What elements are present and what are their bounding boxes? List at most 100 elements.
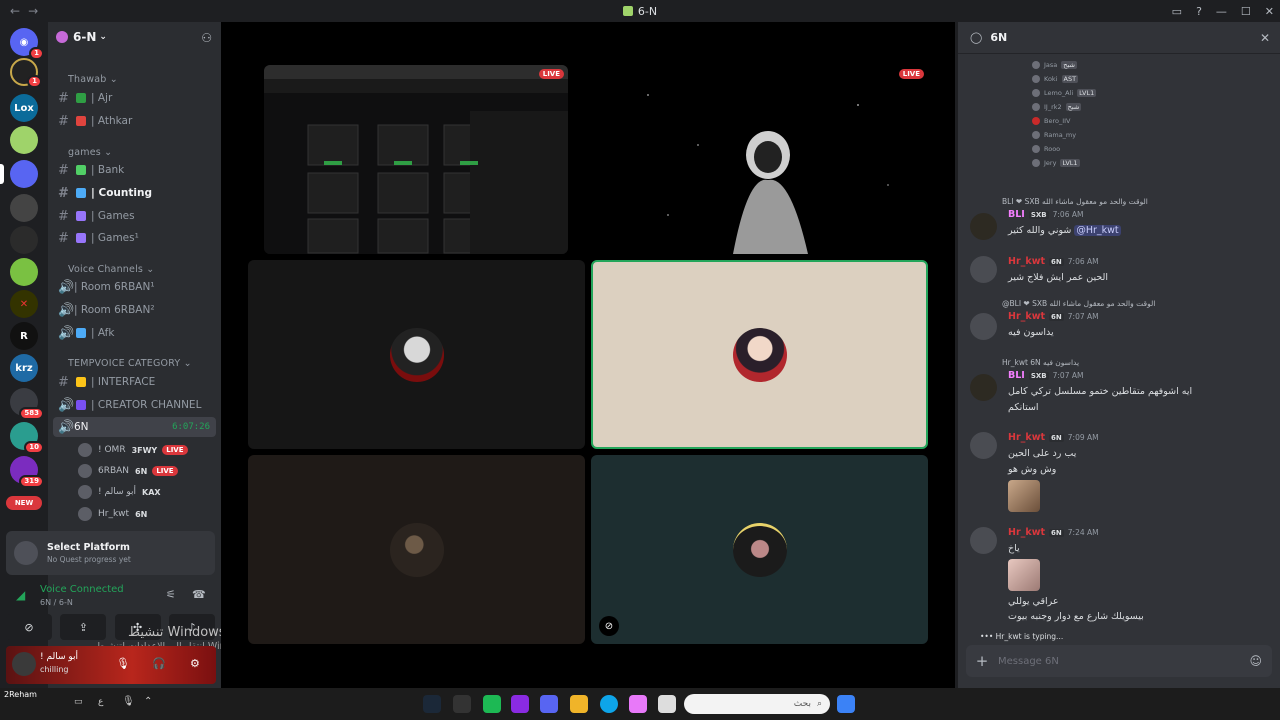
- channel-games[interactable]: # | Games: [53, 206, 216, 226]
- reply-preview[interactable]: BLI ❤ SXB الوقت والحد مو معقول ماشاء الل…: [970, 197, 1270, 206]
- voice-user[interactable]: Hr_kwt 6N: [78, 504, 216, 524]
- invite-people-icon[interactable]: ⚇: [201, 31, 212, 45]
- server-icon-lime[interactable]: [10, 258, 38, 286]
- channel-interface[interactable]: # | INTERFACE: [53, 372, 216, 392]
- user-tile-1[interactable]: [248, 260, 585, 449]
- author-name[interactable]: Hr_kwt: [1008, 311, 1045, 322]
- reply-preview[interactable]: @BLI ❤ SXB الوقت والحد مو معقول ماشاء ال…: [970, 299, 1270, 308]
- voice-user[interactable]: 6RBAN 6N LIVE: [78, 461, 216, 481]
- stream-tile-screen[interactable]: LIVE: [264, 65, 568, 254]
- voice-channel-room1[interactable]: 🔊 | Room 6RBAN¹: [53, 277, 216, 297]
- category-voice[interactable]: Voice Channels ⌄: [68, 264, 154, 275]
- server-folder-icon[interactable]: 583: [10, 388, 44, 420]
- close-window-button[interactable]: ✕: [1265, 5, 1274, 18]
- author-name[interactable]: BLI: [1008, 209, 1025, 220]
- chat-message[interactable]: Hr_kwt 6N 7:24 AM ياخ عراقي يوللي بيسويلك …: [970, 527, 1270, 624]
- chat-message[interactable]: BLI ❤ SXB الوقت والحد مو معقول ماشاء الل…: [970, 197, 1270, 240]
- server-icon-active[interactable]: [10, 160, 38, 188]
- file-explorer-icon[interactable]: [570, 695, 588, 713]
- chat-message[interactable]: Hr_kwt 6N 7:09 AM يب رد على الحين وش وش هو: [970, 432, 1270, 515]
- user-mention[interactable]: @Hr_kwt: [1074, 225, 1121, 236]
- voice-channel-path[interactable]: 6N / 6-N: [40, 598, 73, 607]
- windows-start-icon[interactable]: [837, 695, 855, 713]
- author-name[interactable]: Hr_kwt: [1008, 256, 1045, 267]
- voice-channel-room2[interactable]: 🔊 | Room 6RBAN²: [53, 300, 216, 320]
- app-green-icon[interactable]: [483, 695, 501, 713]
- reply-preview[interactable]: Hr_kwt 6N يداسون فيه: [970, 358, 1270, 367]
- server-icon-r[interactable]: R: [10, 322, 38, 350]
- discord-taskbar-icon[interactable]: [540, 695, 558, 713]
- headphones-icon[interactable]: 🎧: [152, 657, 166, 670]
- app-purple-icon[interactable]: [511, 695, 529, 713]
- microphone-icon[interactable]: 🎙: [116, 657, 130, 670]
- channel-ajr[interactable]: # | Ajr: [53, 88, 216, 108]
- taskbar-user[interactable]: 2Reham: [4, 690, 37, 699]
- category-thawab[interactable]: Thawab ⌄: [68, 74, 118, 85]
- user-name[interactable]: ! أبو سالم: [40, 652, 78, 662]
- inbox-icon[interactable]: ▭: [1172, 5, 1182, 18]
- language-indicator[interactable]: ع: [98, 697, 103, 707]
- server-header[interactable]: 6-N ⌄ ⚇: [48, 22, 221, 52]
- quest-card[interactable]: Select Platform No Quest progress yet: [6, 531, 215, 575]
- channel-games-2[interactable]: # | Games¹: [53, 228, 216, 248]
- voice-user[interactable]: ! أبو سالم KAX: [78, 482, 216, 502]
- copilot-icon[interactable]: [629, 695, 647, 713]
- window-icon[interactable]: [658, 695, 676, 713]
- help-icon[interactable]: ?: [1196, 5, 1202, 18]
- microphone-tray-icon[interactable]: 🎙: [122, 696, 135, 707]
- user-tile-4[interactable]: ⊘: [591, 455, 928, 644]
- disconnect-icon[interactable]: ☎: [192, 588, 206, 601]
- signal-icon[interactable]: ◢: [16, 588, 30, 602]
- discord-home-icon[interactable]: ◉ 1: [10, 28, 44, 60]
- category-games[interactable]: games ⌄: [68, 147, 112, 158]
- channel-bank[interactable]: # | Bank: [53, 160, 216, 180]
- gear-icon[interactable]: ⚙: [190, 657, 200, 670]
- maximize-button[interactable]: ☐: [1241, 5, 1251, 18]
- new-badge[interactable]: NEW: [6, 496, 42, 510]
- server-icon-1[interactable]: 1: [10, 58, 42, 88]
- channel-counting[interactable]: # | Counting: [53, 183, 216, 203]
- stream-tile-art[interactable]: LIVE: [608, 65, 928, 254]
- voice-channel-creator[interactable]: 🔊 | CREATOR CHANNEL: [53, 395, 216, 415]
- avatar[interactable]: [12, 652, 36, 676]
- chat-message[interactable]: Hr_kwt 6N 7:06 AM الحين عمر ايش فلاج شير: [970, 256, 1270, 285]
- noise-suppression-icon[interactable]: ⚟: [166, 588, 176, 601]
- avatar[interactable]: [970, 213, 997, 240]
- voice-channel-afk[interactable]: 🔊 | Afk: [53, 323, 216, 343]
- emoji-icon[interactable]: ☺: [1249, 654, 1262, 668]
- plus-icon[interactable]: +: [966, 652, 998, 670]
- taskbar-search[interactable]: بحث ⌕: [684, 694, 830, 714]
- message-input[interactable]: Message 6N: [998, 656, 1249, 667]
- author-name[interactable]: BLI: [1008, 370, 1025, 381]
- screen-share-button[interactable]: ⇪: [60, 614, 107, 640]
- user-tile-3[interactable]: [248, 455, 585, 644]
- server-icon-purple[interactable]: 319: [10, 456, 44, 488]
- app-icon[interactable]: [453, 695, 471, 713]
- chevron-up-icon[interactable]: ⌃: [144, 696, 152, 707]
- avatar[interactable]: [970, 432, 997, 459]
- user-tile-2-speaking[interactable]: [591, 260, 928, 449]
- channel-athkar[interactable]: # | Athkar: [53, 111, 216, 131]
- voice-channel-active[interactable]: 🔊 6N 6:07:26: [53, 417, 216, 437]
- avatar[interactable]: [970, 256, 997, 283]
- voice-status[interactable]: Voice Connected: [40, 584, 124, 595]
- message-composer[interactable]: + Message 6N ☺: [966, 645, 1272, 677]
- chat-message[interactable]: @BLI ❤ SXB الوقت والحد مو معقول ماشاء ال…: [970, 299, 1270, 340]
- server-icon-grey[interactable]: [10, 194, 38, 222]
- avatar[interactable]: [970, 374, 997, 401]
- author-name[interactable]: Hr_kwt: [1008, 527, 1045, 538]
- author-name[interactable]: Hr_kwt: [1008, 432, 1045, 443]
- edge-icon[interactable]: [600, 695, 618, 713]
- category-tempvoice[interactable]: TEMPVOICE CATEGORY ⌄: [68, 358, 192, 369]
- steam-icon[interactable]: [423, 695, 441, 713]
- voice-user[interactable]: ! OMR 3FWY LIVE: [78, 440, 216, 460]
- minimize-button[interactable]: —: [1216, 5, 1227, 18]
- sticker-image[interactable]: [1008, 480, 1040, 512]
- server-icon-bw[interactable]: [10, 226, 38, 254]
- camera-off-button[interactable]: ⊘: [6, 614, 52, 640]
- server-icon-green[interactable]: [10, 126, 38, 154]
- avatar[interactable]: [970, 313, 997, 340]
- sticker-image[interactable]: [1008, 559, 1040, 591]
- server-icon-red[interactable]: ✕: [10, 290, 38, 318]
- server-icon-lox[interactable]: Lox: [10, 94, 38, 122]
